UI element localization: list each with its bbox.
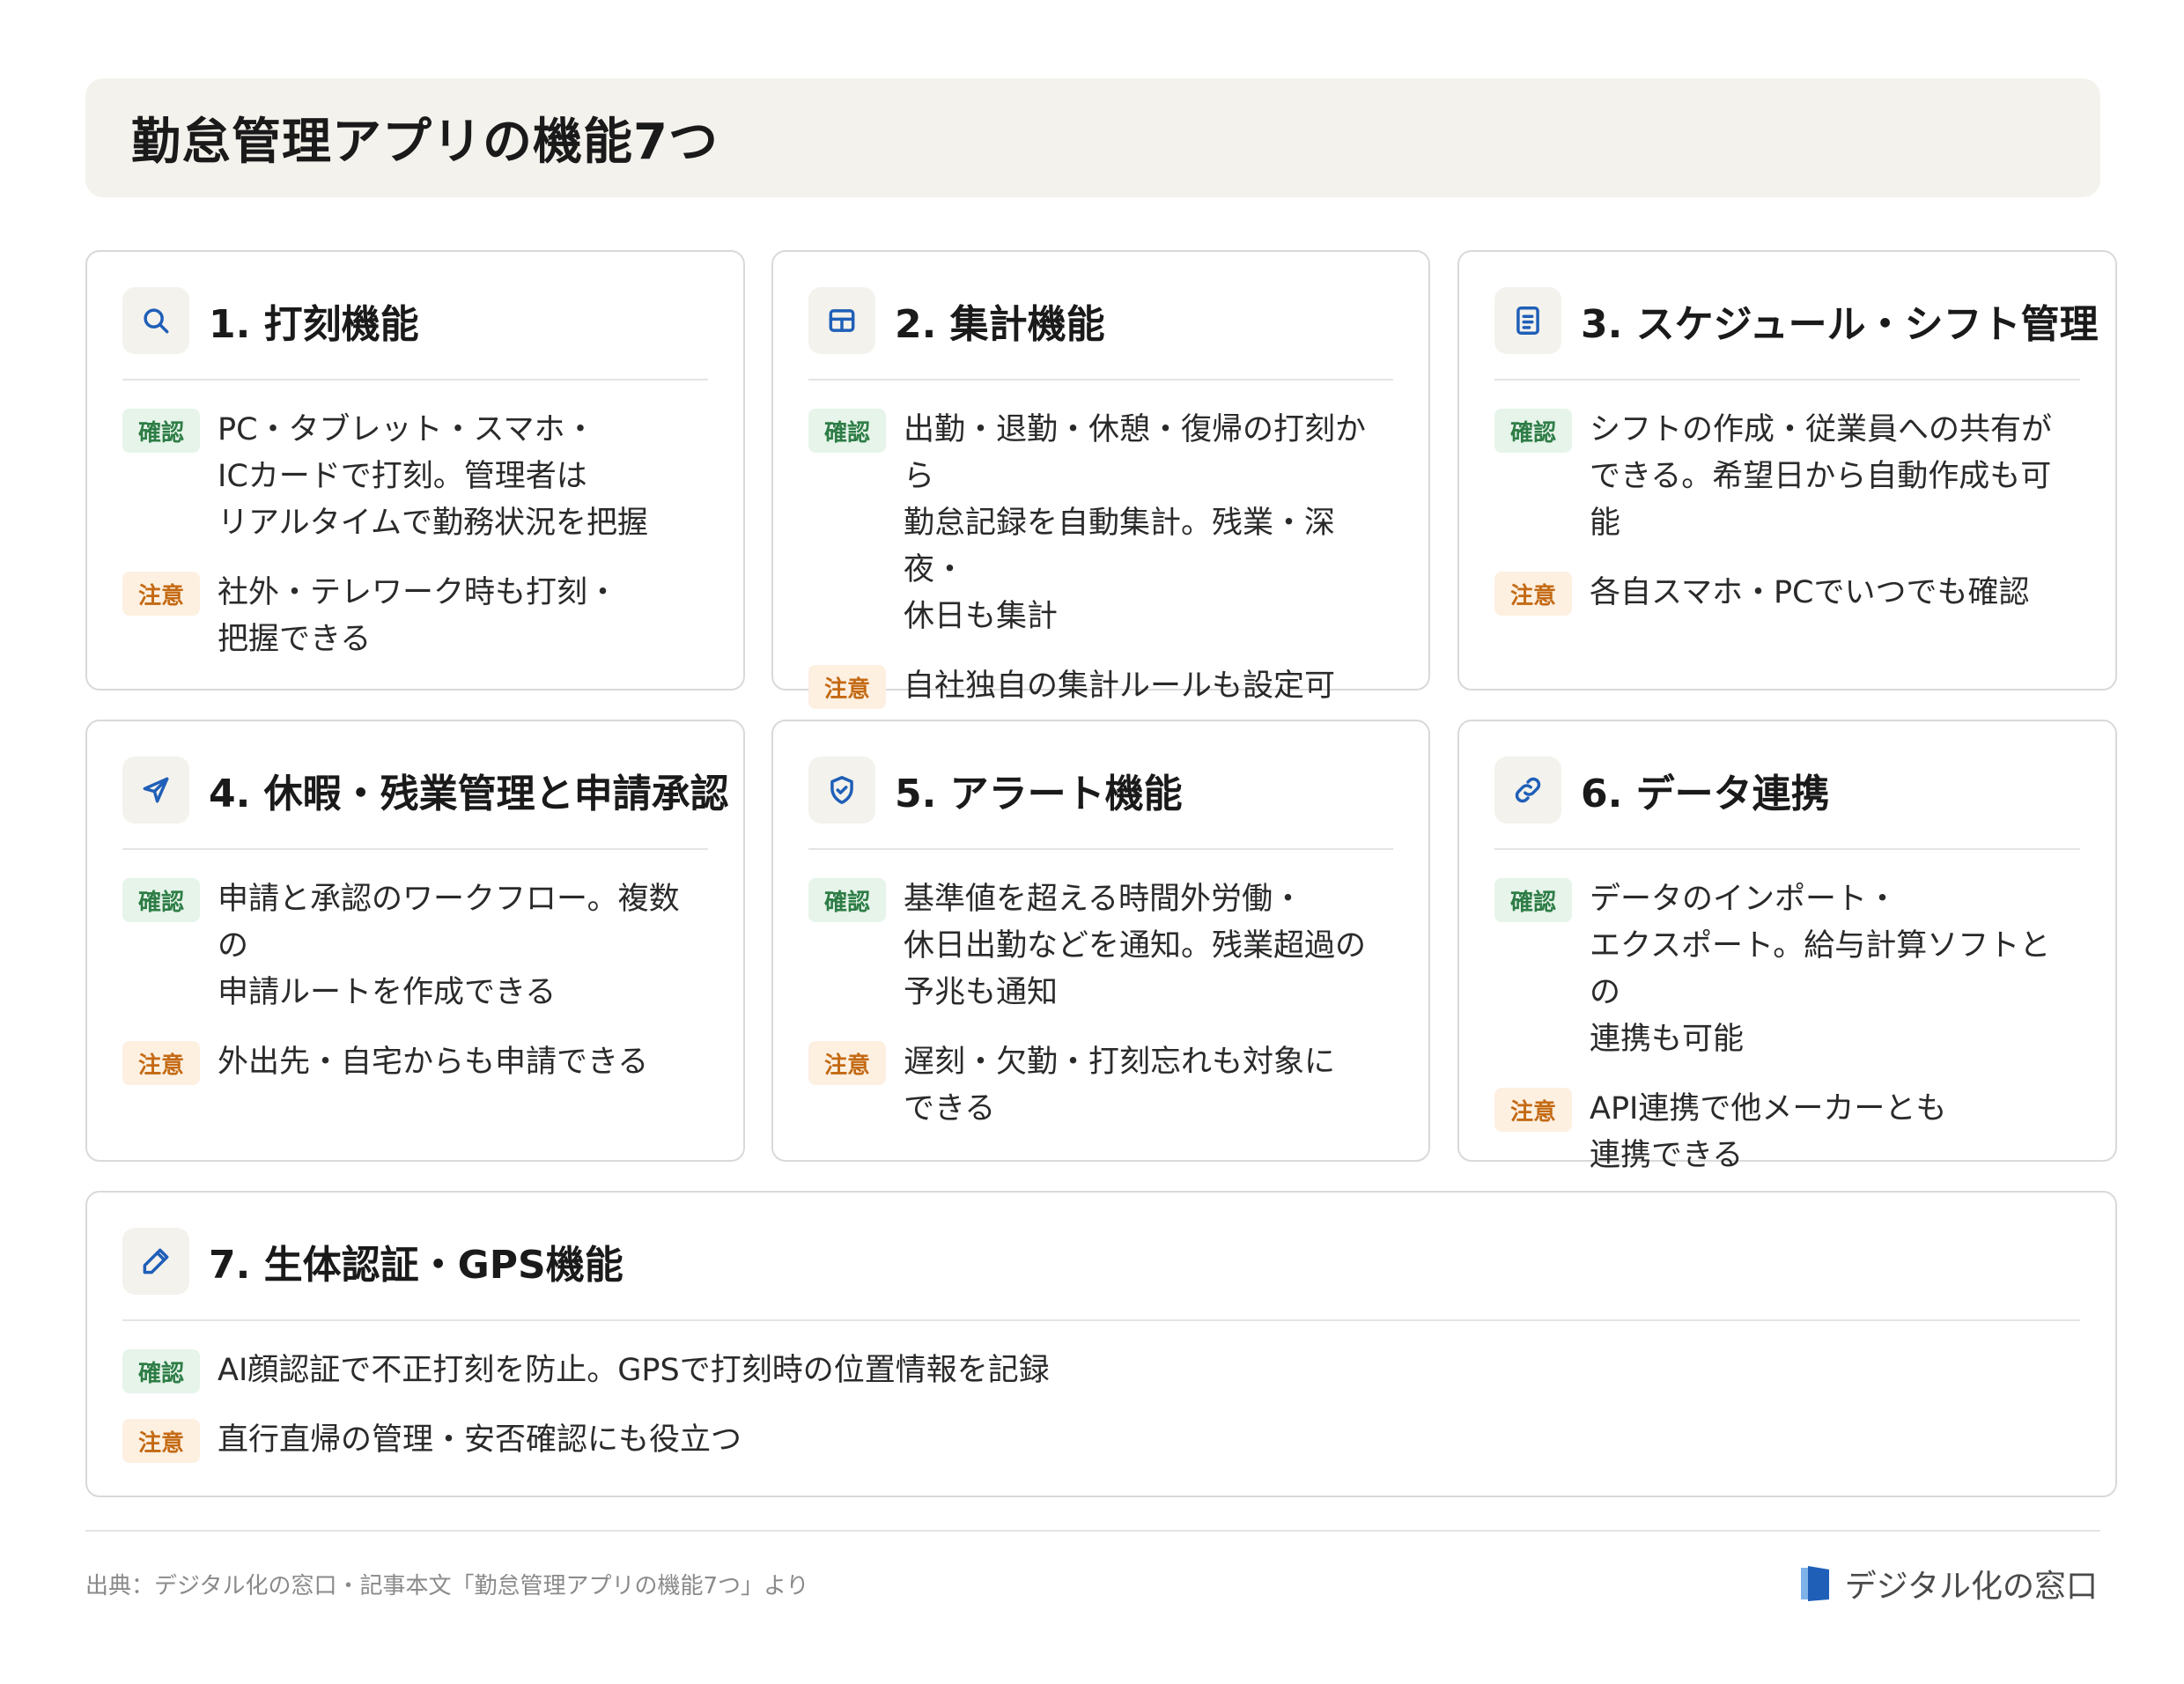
card-header: 6. データ連携 <box>1494 757 2080 824</box>
feature-card-3: 3. スケジュール・シフト管理 確認 シフトの作成・従業員への共有が できる。希… <box>1457 250 2117 691</box>
feature-card-1: 1. 打刻機能 確認 PC・タブレット・スマホ・ ICカードで打刻。管理者は リ… <box>85 250 745 691</box>
confirm-badge: 確認 <box>1494 409 1572 453</box>
confirm-row: 確認 AI顔認証で不正打刻を防止。GPSで打刻時の位置情報を記録 <box>122 1348 2080 1394</box>
card-header: 1. 打刻機能 <box>122 287 708 354</box>
confirm-badge: 確認 <box>122 409 200 453</box>
window-logo-icon <box>1799 1564 1834 1603</box>
page-title: 勤怠管理アプリの機能7つ <box>131 114 719 171</box>
caution-text: API連携で他メーカーとも 連携できる <box>1590 1091 1947 1173</box>
confirm-row: 確認 データのインポート・ エクスポート。給与計算ソフトとの 連携も可能 <box>1494 876 2080 1063</box>
link-icon <box>1494 757 1561 824</box>
caution-row: 注意 自社独自の集計ルールも設定可 <box>808 663 1393 710</box>
card-title: 2. 集計機能 <box>895 302 1105 347</box>
shield-check-icon <box>808 757 875 824</box>
feature-card-7: 7. 生体認証・GPS機能 確認 AI顔認証で不正打刻を防止。GPSで打刻時の位… <box>85 1191 2117 1497</box>
caution-text: 外出先・自宅からも申請できる <box>218 1045 649 1080</box>
card-header: 7. 生体認証・GPS機能 <box>122 1228 2080 1295</box>
feature-card-4: 4. 休暇・残業管理と申請承認 確認 申請と承認のワークフロー。複数の 申請ルー… <box>85 720 745 1162</box>
caution-badge: 注意 <box>122 572 200 616</box>
card-title: 7. 生体認証・GPS機能 <box>209 1243 623 1288</box>
divider <box>122 1319 2080 1321</box>
confirm-row: 確認 シフトの作成・従業員への共有が できる。希望日から自動作成も可能 <box>1494 407 2080 547</box>
divider <box>122 848 708 850</box>
confirm-row: 確認 出勤・退勤・休憩・復帰の打刻から 勤怠記録を自動集計。残業・深夜・ 休日も… <box>808 407 1393 640</box>
confirm-row: 確認 PC・タブレット・スマホ・ ICカードで打刻。管理者は リアルタイムで勤務… <box>122 407 708 547</box>
footer-divider <box>85 1530 2100 1532</box>
divider <box>122 379 708 380</box>
confirm-badge: 確認 <box>122 1349 200 1393</box>
card-header: 3. スケジュール・シフト管理 <box>1494 287 2099 354</box>
caution-row: 注意 外出先・自宅からも申請できる <box>122 1039 708 1086</box>
caution-badge: 注意 <box>1494 572 1572 616</box>
caution-badge: 注意 <box>1494 1088 1572 1132</box>
search-icon <box>122 287 189 354</box>
feature-card-2: 2. 集計機能 確認 出勤・退勤・休憩・復帰の打刻から 勤怠記録を自動集計。残業… <box>771 250 1430 709</box>
confirm-badge: 確認 <box>808 409 886 453</box>
confirm-badge: 確認 <box>808 878 886 922</box>
card-header: 2. 集計機能 <box>808 287 1393 354</box>
caution-badge: 注意 <box>122 1041 200 1085</box>
divider <box>808 379 1393 380</box>
caution-badge: 注意 <box>122 1419 200 1463</box>
confirm-text: シフトの作成・従業員への共有が できる。希望日から自動作成も可能 <box>1590 412 2053 541</box>
confirm-text: 申請と承認のワークフロー。複数の 申請ルートを作成できる <box>218 882 680 1010</box>
card-title: 5. アラート機能 <box>895 772 1183 816</box>
caution-text: 社外・テレワーク時も打刻・ 把握できる <box>218 575 619 657</box>
feature-card-6: 6. データ連携 確認 データのインポート・ エクスポート。給与計算ソフトとの … <box>1457 720 2117 1173</box>
caution-row: 注意 遅刻・欠勤・打刻忘れも対象に できる <box>808 1039 1393 1133</box>
confirm-text: AI顔認証で不正打刻を防止。GPSで打刻時の位置情報を記録 <box>218 1353 1050 1388</box>
confirm-row: 確認 基準値を超える時間外労働・ 休日出勤などを通知。残業超過の 予兆も通知 <box>808 876 1393 1016</box>
card-title: 6. データ連携 <box>1581 772 1830 816</box>
confirm-text: PC・タブレット・スマホ・ ICカードで打刻。管理者は リアルタイムで勤務状況を… <box>218 412 648 541</box>
card-title: 3. スケジュール・シフト管理 <box>1581 302 2099 347</box>
confirm-text: 基準値を超える時間外労働・ 休日出勤などを通知。残業超過の 予兆も通知 <box>904 882 1367 1010</box>
confirm-badge: 確認 <box>1494 878 1572 922</box>
caution-row: 注意 API連携で他メーカーとも 連携できる <box>1494 1086 2080 1179</box>
divider <box>1494 379 2080 380</box>
caution-row: 注意 直行直帰の管理・安否確認にも役立つ <box>122 1417 2080 1464</box>
confirm-text: 出勤・退勤・休憩・復帰の打刻から 勤怠記録を自動集計。残業・深夜・ 休日も集計 <box>904 412 1367 634</box>
page-header: 勤怠管理アプリの機能7つ <box>85 78 2100 197</box>
card-title: 1. 打刻機能 <box>209 302 419 347</box>
confirm-row: 確認 申請と承認のワークフロー。複数の 申請ルートを作成できる <box>122 876 708 1016</box>
caution-text: 直行直帰の管理・安否確認にも役立つ <box>218 1422 742 1458</box>
caution-badge: 注意 <box>808 1041 886 1085</box>
table-icon <box>808 287 875 354</box>
card-header: 4. 休暇・残業管理と申請承認 <box>122 757 729 824</box>
caution-text: 遅刻・欠勤・打刻忘れも対象に できる <box>904 1045 1336 1126</box>
caution-text: 自社独自の集計ルールも設定可 <box>904 668 1336 704</box>
send-icon <box>122 757 189 824</box>
caution-row: 注意 社外・テレワーク時も打刻・ 把握できる <box>122 570 708 663</box>
source-note: 出典：デジタル化の窓口・記事本文「勤怠管理アプリの機能7つ」より <box>85 1573 809 1599</box>
caution-text: 各自スマホ・PCでいつでも確認 <box>1590 575 2030 610</box>
confirm-text: データのインポート・ エクスポート。給与計算ソフトとの 連携も可能 <box>1590 882 2051 1057</box>
feature-card-5: 5. アラート機能 確認 基準値を超える時間外労働・ 休日出勤などを通知。残業超… <box>771 720 1430 1162</box>
caution-row: 注意 各自スマホ・PCでいつでも確認 <box>1494 570 2080 617</box>
caution-badge: 注意 <box>808 665 886 709</box>
divider <box>808 848 1393 850</box>
card-title: 4. 休暇・残業管理と申請承認 <box>209 772 729 816</box>
brand-logo: デジタル化の窓口 <box>1799 1561 2098 1606</box>
brand-name: デジタル化の窓口 <box>1844 1569 2098 1605</box>
card-header: 5. アラート機能 <box>808 757 1393 824</box>
document-icon <box>1494 287 1561 354</box>
confirm-badge: 確認 <box>122 878 200 922</box>
pencil-icon <box>122 1228 189 1295</box>
divider <box>1494 848 2080 850</box>
